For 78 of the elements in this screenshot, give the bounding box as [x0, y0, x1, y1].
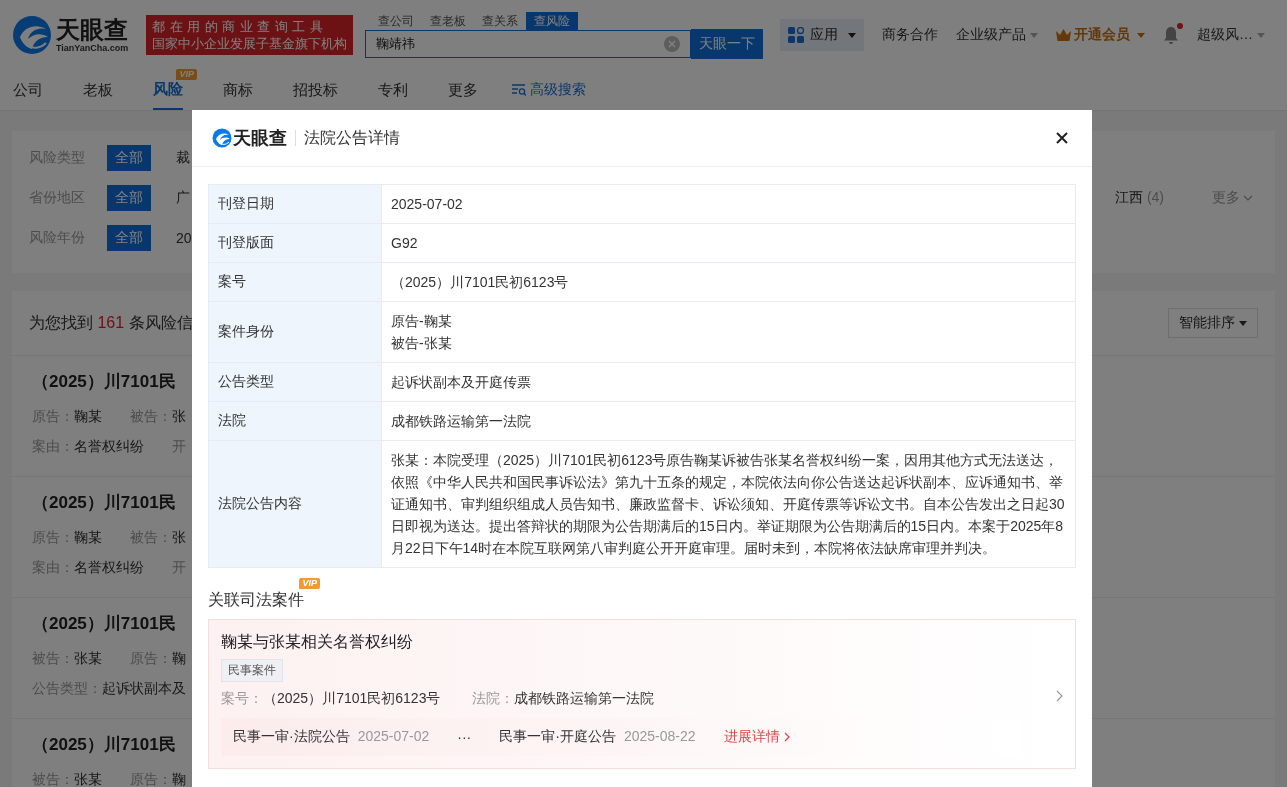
crown-icon	[1056, 29, 1071, 41]
search-tab[interactable]: 查老板	[422, 11, 474, 30]
close-icon	[1056, 132, 1068, 144]
membership-link[interactable]: 开通会员	[1056, 26, 1145, 44]
brand-name: 天眼查	[233, 127, 287, 150]
caret-icon	[1239, 320, 1247, 326]
chevron-right-icon	[1056, 690, 1063, 702]
filter-search-icon	[512, 84, 526, 96]
field-value: （2025）川7101民初6123号	[391, 273, 570, 292]
progress-step: 民事一审·法院公告 2025-07-02	[233, 728, 430, 746]
vip-badge: VIP	[176, 69, 197, 80]
filter-option[interactable]: 广	[176, 189, 190, 207]
case-title[interactable]: （2025）川7101民	[32, 612, 176, 635]
field-value: 张某：本院受理（2025）川7101民初6123号原告鞠某诉被告张某名誉权纠纷一案，因用其他方式无法送达，依照《中华人民共和国民事诉讼法》第九十五条的规定，本院依法向你公告送达起诉状副本、应诉通知书、举证通知书、审判组织组成人员告知书、廉政监督卡、诉讼须知、开庭传票等诉讼文书。自本公告发出之日起30日即视为送达。提出答辩状的期限为公告期满后的15日内。举证期限为公告期满后的15日内。本案于2025年8月22日下午14时在本院互联网第八审判庭公开开庭审理。届时未到，本院将依法缺席审理并判决。	[391, 451, 1066, 558]
caret-icon	[1137, 32, 1145, 38]
field-label: 公告类型	[209, 363, 382, 401]
field-label: 法院	[209, 402, 382, 440]
chevron-down-icon	[1243, 195, 1253, 201]
field-value: 原告-鞠某	[391, 312, 453, 331]
court-name: 法院：成都铁路运输第一法院	[472, 690, 655, 708]
modal-title: 法院公告详情	[304, 127, 400, 148]
progress-detail-link[interactable]: 进展详情	[723, 728, 790, 746]
nav-tab[interactable]: 商标	[223, 70, 253, 110]
case-title[interactable]: （2025）川7101民	[32, 370, 176, 393]
field-label: 案件身份	[209, 302, 382, 362]
logo-name: 天眼查	[56, 17, 129, 43]
caret-icon	[848, 32, 856, 38]
slogan-text: 国家中小企业发展子基金旗下机构	[152, 35, 347, 52]
chevron-right-icon	[783, 732, 790, 742]
field-label: 刊登日期	[209, 185, 382, 223]
filter-all-button[interactable]: 全部	[107, 225, 151, 251]
field-label: 法院公告内容	[209, 441, 382, 567]
filter-option[interactable]: 20	[176, 230, 192, 246]
result-count-text: 为您找到 161 条风险信	[29, 312, 193, 333]
filter-all-button[interactable]: 全部	[107, 185, 151, 211]
field-value: 起诉状副本及开庭传票	[391, 373, 532, 392]
field-value: 成都铁路运输第一法院	[391, 412, 532, 431]
filter-all-button[interactable]: 全部	[107, 145, 151, 171]
logo-icon	[12, 15, 52, 55]
sort-dropdown[interactable]: 智能排序	[1168, 308, 1258, 338]
caret-icon	[1257, 32, 1265, 38]
case-title[interactable]: （2025）川7101民	[32, 491, 176, 514]
nav-tab[interactable]: 专利	[378, 70, 408, 110]
clear-icon	[664, 35, 680, 52]
case-type-tag: 民事案件	[221, 659, 283, 682]
slogan-text: 都在用的商业查询工具	[152, 18, 328, 35]
case-number: 案号：（2025）川7101民初6123号	[221, 690, 441, 708]
advanced-search-link[interactable]: 高级搜索	[512, 81, 586, 99]
nav-tab[interactable]: 更多	[448, 70, 478, 110]
related-case-card[interactable]: 鞠某与张某相关名誉权纠纷 民事案件 案号：（2025）川7101民初6123号 法院：成都铁路运输第一法院 民事一审·法院公告 2025-07-02 ··· 民事一审·开庭公告 2025-08-22 进展详情	[208, 619, 1076, 769]
ellipsis-text: ···	[457, 729, 472, 745]
filter-option[interactable]: 裁	[176, 149, 190, 167]
header-link[interactable]: 企业级产品	[956, 26, 1038, 44]
field-label: 刊登版面	[209, 224, 382, 262]
nav-tab[interactable]: 老板	[83, 70, 113, 110]
field-value: G92	[391, 234, 419, 253]
field-value: 被告-张某	[391, 334, 453, 353]
search-field[interactable]: 鞠靖祎	[365, 29, 691, 58]
apps-button[interactable]: 应用	[780, 19, 864, 51]
user-menu[interactable]: 超级风…	[1197, 26, 1265, 44]
case-title[interactable]: （2025）川7101民	[32, 733, 176, 756]
field-label: 案号	[209, 263, 382, 301]
logo-domain: TianYanCha.com	[56, 43, 129, 53]
search-tab[interactable]: 查风险	[526, 11, 578, 30]
case-title: 鞠某与张某相关名誉权纠纷	[221, 632, 413, 652]
logo-icon	[212, 128, 232, 148]
nav-tab[interactable]: 招投标	[293, 70, 338, 110]
field-value: 2025-07-02	[391, 195, 464, 214]
nav-tab[interactable]: 公司	[13, 70, 43, 110]
search-tab[interactable]: 查关系	[474, 11, 526, 30]
header-link[interactable]: 商务合作	[882, 26, 938, 44]
section-title: 关联司法案件	[208, 591, 304, 608]
apps-icon	[788, 27, 804, 43]
bell-icon	[1163, 26, 1179, 44]
progress-step: 民事一审·开庭公告 2025-08-22	[499, 728, 696, 746]
search-button[interactable]: 天眼一下	[691, 28, 763, 59]
search-tab[interactable]: 查公司	[370, 11, 422, 30]
vip-badge: VIP	[299, 578, 320, 589]
